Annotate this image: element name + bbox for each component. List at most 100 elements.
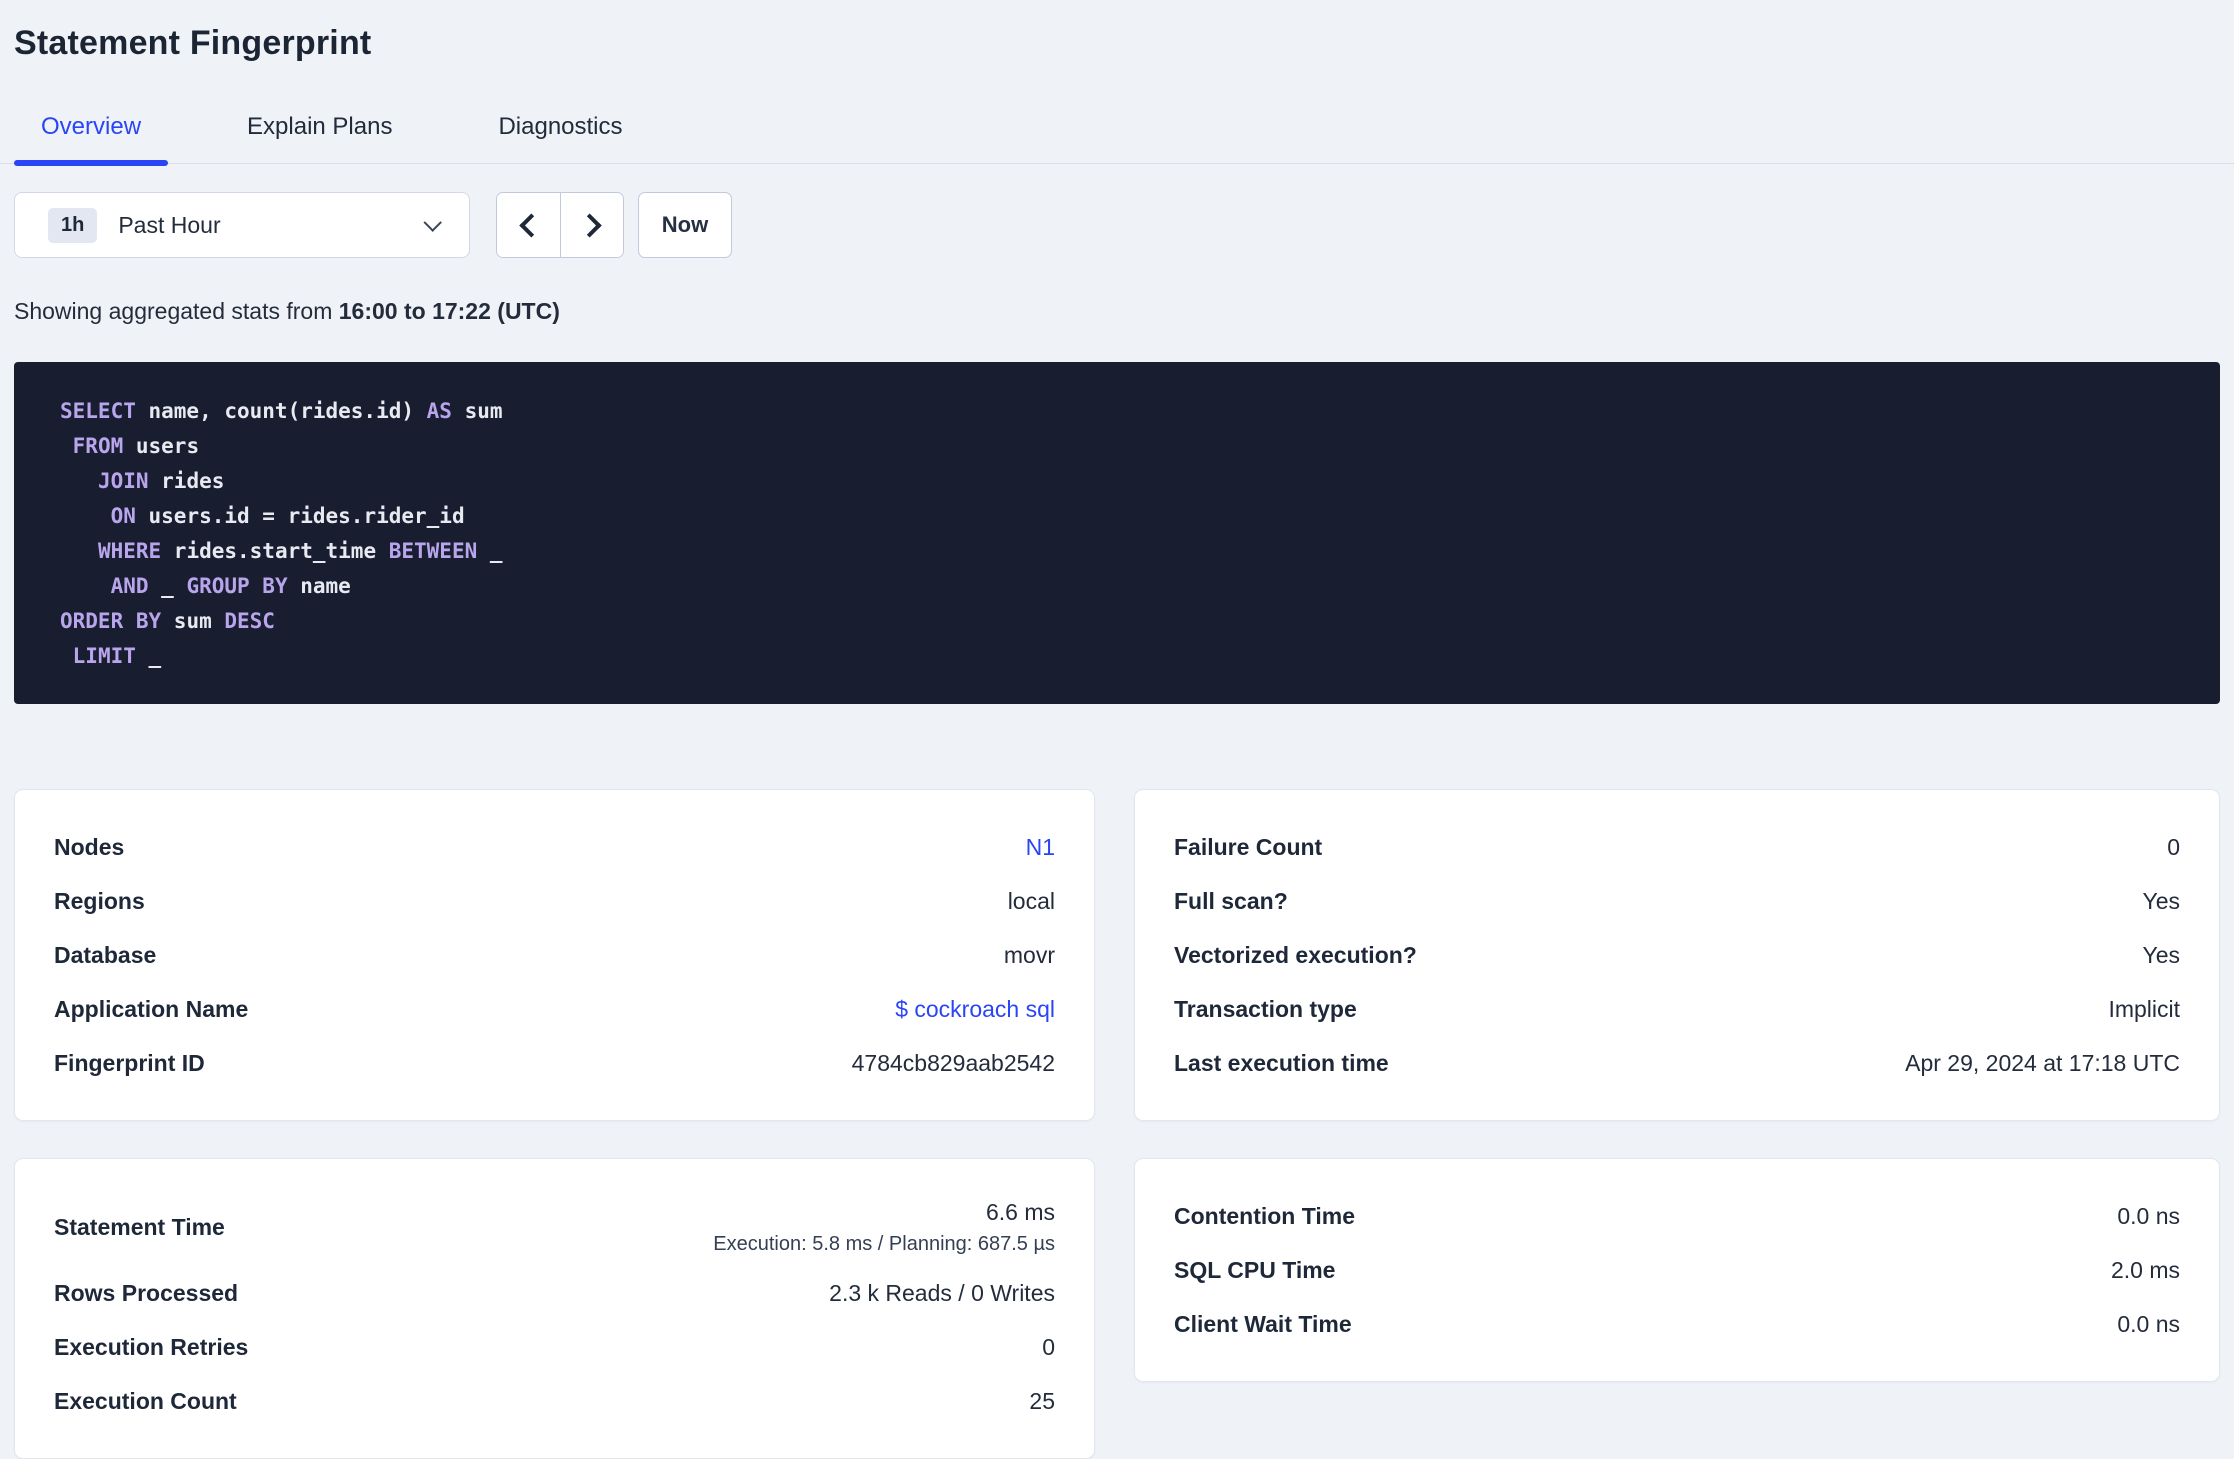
chevron-left-icon: [519, 212, 544, 238]
row-label: Last execution time: [1174, 1049, 1389, 1076]
card-row: Execution Retries 0: [54, 1320, 1055, 1374]
sql-keyword: ON: [110, 504, 136, 528]
row-value: 25: [1029, 1387, 1055, 1414]
sql-keyword: GROUP BY: [186, 574, 288, 598]
row-value: local: [1007, 887, 1055, 914]
card-row: Rows Processed 2.3 k Reads / 0 Writes: [54, 1266, 1055, 1320]
row-value: Yes: [2142, 941, 2180, 968]
row-value: 2.0 ms: [2110, 1256, 2180, 1283]
stats-line-range: 16:00 to 17:22 (UTC): [338, 298, 560, 324]
row-label: Failure Count: [1174, 833, 1323, 860]
sql-keyword: ORDER BY: [60, 609, 162, 633]
overview-card-right: Failure Count 0 Full scan? Yes Vectorized ex…: [1134, 789, 2220, 1121]
card-row: Client Wait Time 0.0 ns: [1174, 1297, 2180, 1351]
sql-text: _: [477, 539, 503, 563]
row-label: Execution Retries: [54, 1333, 249, 1360]
row-label: Regions: [54, 887, 145, 914]
statement-fingerprint-page: Statement Fingerprint Overview Explain Pl…: [0, 0, 2234, 1459]
card-row: Fingerprint ID 4784cb829aab2542: [54, 1036, 1055, 1090]
tab-bar-border: Overview Explain Plans Diagnostics: [0, 113, 2234, 166]
card-row: Database movr: [54, 928, 1055, 982]
row-label: Rows Processed: [54, 1279, 239, 1306]
sql-statement: SELECT name, count(rides.id) AS sum FROM…: [14, 362, 2220, 704]
sql-keyword: SELECT: [60, 399, 136, 423]
row-label: Database: [54, 941, 157, 968]
row-value: 4784cb829aab2542: [851, 1049, 1055, 1076]
row-label: Full scan?: [1174, 887, 1288, 914]
row-label: Contention Time: [1174, 1202, 1356, 1229]
row-value: 0: [1042, 1333, 1055, 1360]
card-row: Statement Time 6.6 ms Execution: 5.8 ms / …: [54, 1189, 1055, 1266]
prev-interval-button[interactable]: [497, 193, 560, 257]
row-label: Client Wait Time: [1174, 1310, 1352, 1337]
sql-keyword: DESC: [224, 609, 275, 633]
details-grid: Nodes N1 Regions local Database movr Applicati…: [14, 789, 2220, 1459]
sql-text: name: [287, 574, 351, 598]
row-value: 0: [2167, 833, 2180, 860]
row-value: Implicit: [2108, 995, 2180, 1022]
row-label: Nodes: [54, 833, 125, 860]
sql-text: rides: [148, 469, 225, 493]
row-value-link[interactable]: N1: [1026, 834, 1055, 861]
chevron-down-icon: [423, 212, 442, 232]
card-row: Regions local: [54, 874, 1055, 928]
sql-keyword: FROM: [72, 434, 124, 458]
card-row: Application Name $ cockroach sql: [54, 982, 1055, 1036]
row-label: SQL CPU Time: [1174, 1256, 1336, 1283]
card-row: Last execution time Apr 29, 2024 at 17:18…: [1174, 1036, 2180, 1090]
row-value: Apr 29, 2024 at 17:18 UTC: [1905, 1049, 2180, 1076]
tab-overview[interactable]: Overview: [14, 113, 169, 166]
sql-text: users.id = rides.rider_id: [135, 504, 465, 528]
time-interval-badge: 1h: [48, 207, 98, 243]
sql-keyword: JOIN: [97, 469, 149, 493]
row-value: 6.6 ms: [985, 1199, 1055, 1225]
time-controls: 1h Past Hour Now: [14, 192, 2220, 258]
chevron-right-icon: [577, 212, 602, 238]
row-label: Execution Count: [54, 1387, 237, 1414]
row-label: Statement Time: [54, 1214, 225, 1240]
sql-text: rides.start_time: [161, 539, 389, 563]
row-label: Fingerprint ID: [54, 1049, 205, 1076]
time-interval-label: Past Hour: [118, 211, 221, 238]
tab-bar: Overview Explain Plans Diagnostics: [0, 113, 2234, 166]
sql-text: _: [148, 574, 187, 598]
row-value: 0.0 ns: [2117, 1202, 2180, 1229]
time-interval-select[interactable]: 1h Past Hour: [14, 192, 470, 258]
row-value: 2.3 k Reads / 0 Writes: [829, 1279, 1055, 1306]
card-row: Execution Count 25: [54, 1374, 1055, 1428]
sql-text: sum: [451, 399, 503, 423]
sql-keyword: WHERE: [97, 539, 162, 563]
tab-explain-plans[interactable]: Explain Plans: [220, 113, 419, 163]
page-title: Statement Fingerprint: [14, 24, 372, 62]
row-label: Transaction type: [1174, 995, 1357, 1022]
timing-card-left: Statement Time 6.6 ms Execution: 5.8 ms / …: [14, 1158, 1095, 1459]
stats-line-prefix: Showing aggregated stats from: [14, 298, 339, 324]
card-row: SQL CPU Time 2.0 ms: [1174, 1243, 2180, 1297]
sql-text: sum: [161, 609, 225, 633]
sql-keyword: BETWEEN: [388, 539, 478, 563]
row-value-link[interactable]: $ cockroach sql: [895, 996, 1055, 1023]
row-label: Application Name: [54, 995, 249, 1022]
card-row: Nodes N1: [54, 820, 1055, 874]
sql-keyword: AND: [110, 574, 149, 598]
card-row: Failure Count 0: [1174, 820, 2180, 874]
row-value: 0.0 ns: [2117, 1310, 2180, 1337]
timing-card-right: Contention Time 0.0 ns SQL CPU Time 2.0 ms C…: [1134, 1158, 2220, 1382]
sql-text: _: [135, 644, 162, 668]
row-value: movr: [1003, 941, 1055, 968]
sql-text: users: [123, 434, 200, 458]
aggregated-stats-line: Showing aggregated stats from 16:00 to 1…: [14, 298, 2220, 325]
next-interval-button[interactable]: [560, 193, 623, 257]
tab-diagnostics[interactable]: Diagnostics: [471, 113, 649, 163]
sql-keyword: LIMIT: [72, 644, 136, 668]
now-button[interactable]: Now: [638, 192, 732, 258]
row-value-block: 6.6 ms Execution: 5.8 ms / Planning: 687.…: [713, 1189, 1055, 1266]
sql-text: name, count(rides.id): [135, 399, 427, 423]
row-value: Yes: [2142, 887, 2180, 914]
